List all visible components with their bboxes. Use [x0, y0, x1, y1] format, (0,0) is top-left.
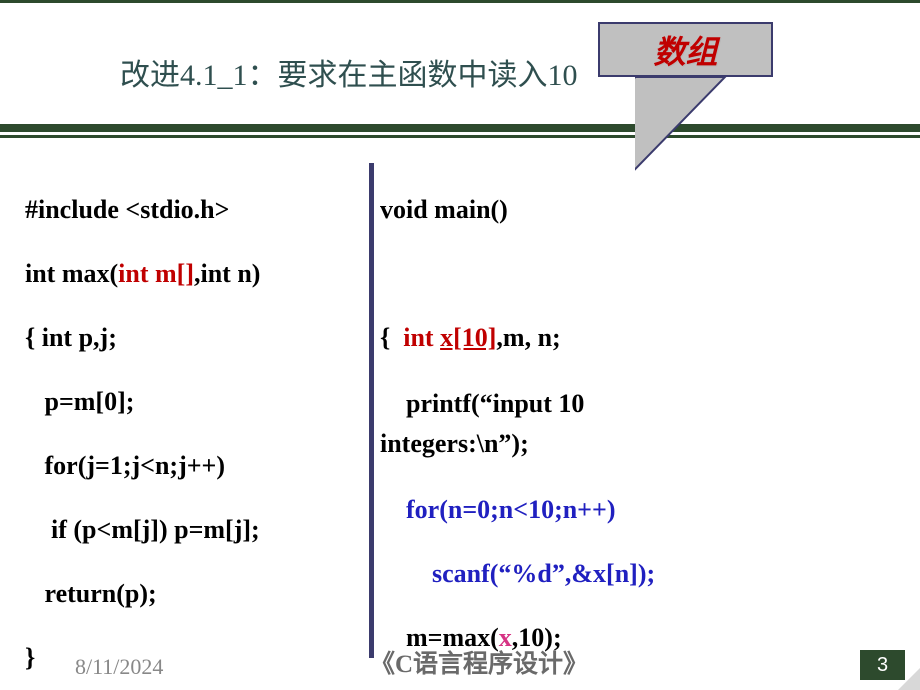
code-text-highlight: int m[] — [118, 259, 194, 288]
code-text-underline: x[10] — [440, 323, 496, 352]
code-line: for(j=1;j<n;j++) — [25, 434, 365, 498]
divider-thin — [0, 135, 920, 138]
callout-tail-icon — [635, 77, 755, 287]
code-left-column: #include <stdio.h> int max(int m[],int n… — [25, 178, 365, 690]
divider — [0, 124, 920, 138]
content-area: #include <stdio.h> int max(int m[],int n… — [25, 178, 895, 630]
page-number-value: 3 — [877, 654, 888, 677]
code-line: #include <stdio.h> — [25, 178, 365, 242]
code-line: { int p,j; — [25, 306, 365, 370]
code-text-highlight: int — [403, 323, 440, 352]
code-line: printf(“input 10 — [380, 384, 890, 424]
slide: 改进4.1_1：要求在主函数中读入10 数组 #include <stdio.h… — [0, 0, 920, 690]
footer-date: 8/11/2024 — [75, 654, 163, 680]
callout: 数组 — [598, 22, 773, 77]
page-curl-icon — [898, 668, 920, 690]
code-text: int max( — [25, 259, 118, 288]
code-text: ,int n) — [194, 259, 260, 288]
code-line: scanf(“%d”,&x[n]); — [380, 542, 890, 606]
code-line: p=m[0]; — [25, 370, 365, 434]
code-text: { — [380, 323, 403, 352]
slide-title: 改进4.1_1：要求在主函数中读入10 — [120, 50, 900, 94]
footer-book-title: 《C语言程序设计》 — [370, 644, 588, 680]
callout-box: 数组 — [598, 22, 773, 77]
code-line: for(n=0;n<10;n++) — [380, 478, 890, 542]
code-line: integers:\n”); — [380, 424, 890, 464]
code-line: if (p<m[j]) p=m[j]; — [25, 498, 365, 562]
title-text: 改进4.1_1：要求在主函数中读入10 — [120, 59, 578, 92]
code-line: return(p); — [25, 562, 365, 626]
callout-label: 数组 — [653, 27, 717, 73]
code-text: ,m, n; — [496, 323, 560, 352]
code-line: int max(int m[],int n) — [25, 242, 365, 306]
vertical-separator — [369, 163, 374, 658]
divider-thick — [0, 124, 920, 132]
top-border — [0, 0, 920, 3]
